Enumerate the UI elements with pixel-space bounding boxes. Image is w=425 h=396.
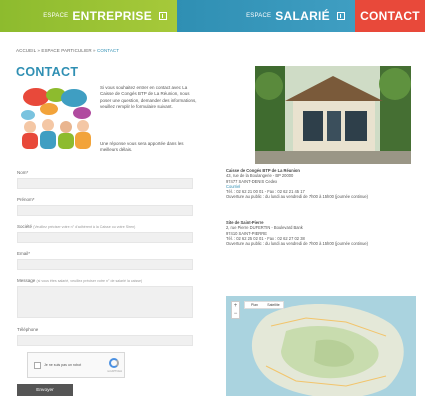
recaptcha: Je ne suis pas un robot reCAPTCHA — [27, 352, 125, 378]
nav-salarie-small: ESPACE — [246, 13, 272, 19]
contact-illustration — [21, 88, 91, 149]
address-saint-pierre: Site de Saint-Pierre 2, rue Pierre DUFER… — [226, 220, 416, 246]
message-label-text: Message — [17, 278, 36, 283]
societe-field[interactable] — [17, 232, 193, 243]
address-main: Caisse de Congés BTP de La Réunion 43, r… — [226, 168, 416, 200]
login-icon — [159, 12, 167, 20]
nom-field[interactable] — [17, 178, 193, 189]
email-label: Email* — [17, 251, 31, 256]
societe-label: Société (Veuillez préciser votre n° d'ad… — [17, 224, 135, 229]
nav-salarie-label: SALARIÉ — [275, 9, 330, 23]
nav-entreprise-label: ENTREPRISE — [72, 9, 152, 23]
message-label: Message (si vous êtes salarié, veuillez … — [17, 278, 142, 283]
breadcrumb-home[interactable]: ACCUEIL — [16, 48, 36, 53]
top-nav: ESPACE ENTREPRISE ESPACE SALARIÉ CONTACT — [0, 0, 425, 32]
intro-text: Si vous souhaitez entrer en contact avec… — [100, 85, 197, 109]
map-zoom-control[interactable]: + − — [231, 301, 240, 319]
message-field[interactable] — [17, 286, 193, 318]
intro-note: Une réponse vous sera apportée dans les … — [100, 141, 184, 153]
zoom-in-icon[interactable]: + — [232, 302, 239, 310]
nav-entreprise-small: ESPACE — [43, 13, 69, 19]
message-hint: (si vous êtes salarié, veuillez préciser… — [36, 279, 143, 283]
login-icon — [337, 12, 345, 20]
societe-label-text: Société — [17, 224, 33, 229]
site2-hours: Ouverture au public : du lundi au vendre… — [226, 241, 369, 247]
prenom-field[interactable] — [17, 205, 193, 216]
office-photo — [255, 66, 411, 164]
map-island — [251, 304, 404, 396]
address-hours: Ouverture au public : du lundi au vendre… — [226, 194, 369, 200]
societe-hint: (Veuillez préciser votre n° d'adhérent à… — [33, 225, 136, 229]
nom-label: Nom* — [17, 170, 29, 175]
nav-espace-salarie[interactable]: ESPACE SALARIÉ — [177, 0, 355, 32]
breadcrumb-mid[interactable]: ESPACE PARTICULIER — [41, 48, 91, 53]
nav-contact[interactable]: CONTACT — [355, 0, 425, 32]
prenom-label: Prénom* — [17, 197, 35, 202]
email-field[interactable] — [17, 259, 193, 270]
breadcrumb-current: CONTACT — [97, 48, 120, 53]
recaptcha-checkbox[interactable] — [34, 362, 41, 369]
telephone-field[interactable] — [17, 335, 193, 346]
map-type-plan[interactable]: Plan — [245, 302, 264, 308]
nav-espace-entreprise[interactable]: ESPACE ENTREPRISE — [0, 0, 177, 32]
map[interactable]: + − Plan Satellite — [226, 296, 416, 396]
recaptcha-label: Je ne suis pas un robot — [44, 363, 82, 367]
recaptcha-logo-icon — [109, 358, 119, 368]
map-type-satellite[interactable]: Satellite — [264, 302, 283, 308]
zoom-out-icon[interactable]: − — [232, 310, 239, 318]
map-type-control[interactable]: Plan Satellite — [244, 301, 284, 309]
recaptcha-brand: reCAPTCHA — [107, 370, 122, 373]
page-title: CONTACT — [16, 65, 79, 79]
submit-button[interactable]: Envoyer — [17, 384, 73, 396]
telephone-label: Téléphone — [17, 327, 39, 332]
breadcrumb: ACCUEIL » ESPACE PARTICULIER » CONTACT — [16, 48, 119, 53]
